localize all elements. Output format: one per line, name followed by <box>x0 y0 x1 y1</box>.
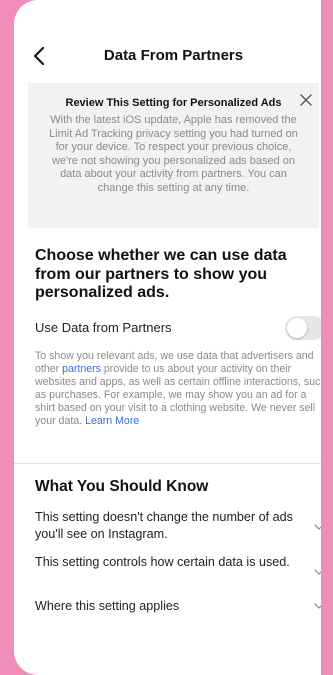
notice-body: With the latest iOS update, Apple has re… <box>49 114 298 194</box>
setting-label: Use Data from Partners <box>35 320 172 335</box>
review-notice-banner: Review This Setting for Personalized Ads… <box>28 83 319 228</box>
learn-more-link[interactable]: Learn More <box>85 415 139 427</box>
toggle-knob <box>287 318 307 338</box>
accordion-label: This setting controls how certain data i… <box>35 555 290 569</box>
top-bar: Data From Partners <box>14 36 333 76</box>
page-title: Data From Partners <box>103 47 244 64</box>
notice-close-button[interactable] <box>297 91 315 109</box>
what-you-should-know-heading: What You Should Know <box>35 478 209 495</box>
section-divider <box>14 463 333 464</box>
accordion-label: Where this setting applies <box>35 599 180 613</box>
use-data-from-partners-toggle[interactable] <box>285 316 325 340</box>
setting-description: To show you relevant ads, we use data th… <box>35 350 327 429</box>
section-heading: Choose whether we can use data from our … <box>35 247 287 301</box>
accordion-label: This setting doesn't change the number o… <box>35 510 293 541</box>
close-icon <box>300 94 312 106</box>
accordion-item-data-usage[interactable]: This setting controls how certain data i… <box>35 554 325 588</box>
partners-link[interactable]: partners <box>62 363 101 375</box>
accordion-item-where-applies[interactable]: Where this setting applies <box>35 598 325 616</box>
phone-screen: Data From Partners Review This Setting f… <box>14 0 333 675</box>
accordion-item-ad-count[interactable]: This setting doesn't change the number o… <box>35 509 325 543</box>
page-edge-strip <box>321 0 333 675</box>
use-data-from-partners-row: Use Data from Partners <box>35 316 325 340</box>
notice-title: Review This Setting for Personalized Ads <box>65 97 282 109</box>
